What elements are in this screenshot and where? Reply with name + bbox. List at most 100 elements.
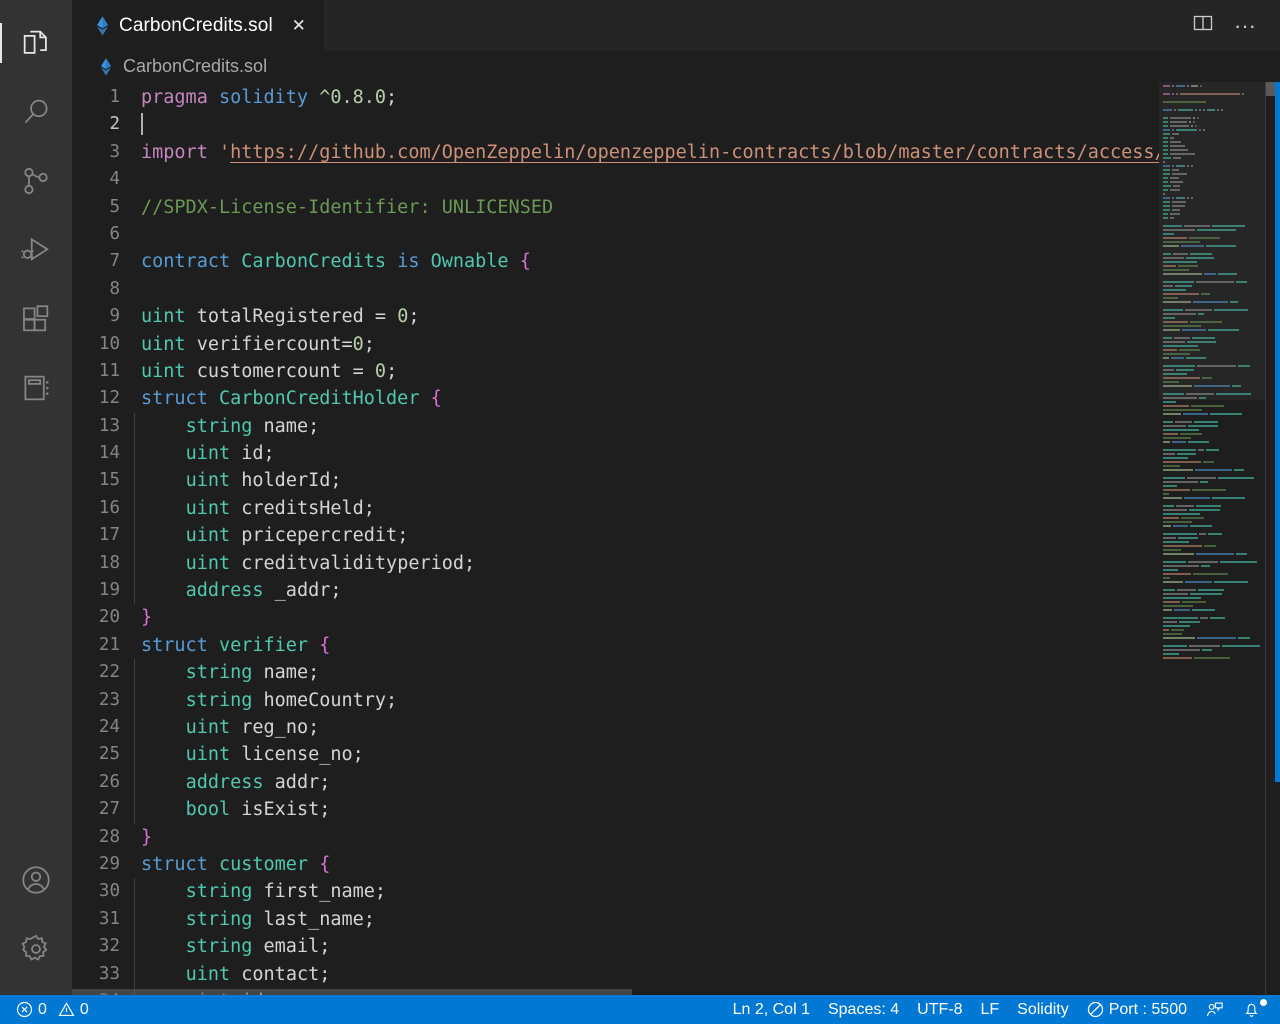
- code-line[interactable]: 5 //SPDX-License-Identifier: UNLICENSED: [72, 194, 1280, 221]
- code-line[interactable]: 20}: [72, 604, 1280, 631]
- indent-guide: [134, 768, 135, 797]
- status-encoding[interactable]: UTF-8: [908, 995, 971, 1024]
- minimap-segment: [1163, 236, 1187, 240]
- code-line[interactable]: 21 struct verifier {: [72, 632, 1280, 659]
- close-icon[interactable]: ✕: [288, 15, 310, 37]
- minimap-segment: [1199, 532, 1206, 536]
- minimap-segment: [1163, 432, 1178, 436]
- code-line[interactable]: 30 string first_name;: [72, 878, 1280, 906]
- minimap-segment: [1163, 568, 1178, 572]
- minimap-segment: [1214, 308, 1248, 312]
- minimap-segment: [1163, 460, 1201, 464]
- minimap-segment: [1163, 344, 1198, 348]
- code-line[interactable]: 2: [72, 111, 1280, 138]
- warning-count: 0: [79, 1000, 89, 1018]
- minimap-segment: [1182, 600, 1206, 604]
- code-token[interactable]: https://github.com/OpenZeppelin/openzepp…: [230, 142, 1280, 163]
- sidebar-item-remote-explorer[interactable]: [0, 353, 72, 422]
- minimap-segment: [1163, 608, 1172, 612]
- minimap-segment: [1163, 540, 1189, 544]
- breadcrumb[interactable]: CarbonCredits.sol: [72, 51, 1280, 82]
- code-line[interactable]: 33 uint contact;: [72, 960, 1280, 988]
- code-line[interactable]: 26 address addr;: [72, 768, 1280, 797]
- minimap[interactable]: [1159, 82, 1266, 995]
- code-line[interactable]: 11 uint customercount = 0;: [72, 358, 1280, 385]
- horizontal-scrollbar[interactable]: [72, 989, 1159, 995]
- code-line[interactable]: 27 bool isExist;: [72, 796, 1280, 824]
- status-feedback[interactable]: [1196, 995, 1233, 1024]
- status-end-of-line[interactable]: LF: [971, 995, 1008, 1024]
- status-indentation[interactable]: Spaces: 4: [819, 995, 908, 1024]
- code-line[interactable]: 1 pragma solidity ^0.8.0;: [72, 84, 1280, 111]
- code-text: bool isExist;: [134, 796, 330, 824]
- code-token: string: [185, 908, 253, 930]
- code-text: [134, 111, 143, 138]
- minimap-segment: [1179, 92, 1240, 96]
- code-line[interactable]: 9 uint totalRegistered = 0;: [72, 303, 1280, 330]
- minimap-segment: [1187, 340, 1216, 344]
- code-line[interactable]: 12 struct CarbonCreditHolder {: [72, 385, 1280, 412]
- code-line[interactable]: 32 string email;: [72, 933, 1280, 961]
- code-line[interactable]: 4: [72, 166, 1280, 193]
- code-token: uint: [185, 716, 231, 738]
- split-editor-right-button[interactable]: [1184, 7, 1222, 45]
- code-line[interactable]: 31 string last_name;: [72, 905, 1280, 934]
- minimap-segment: [1236, 552, 1247, 556]
- more-actions-button[interactable]: ···: [1226, 7, 1264, 45]
- horizontal-scrollbar-thumb[interactable]: [72, 989, 632, 995]
- minimap-segment: [1191, 164, 1194, 168]
- minimap-segment: [1175, 164, 1186, 168]
- code-line[interactable]: 15 uint holderId;: [72, 467, 1280, 495]
- minimap-segment: [1163, 176, 1168, 180]
- code-line[interactable]: 17 uint pricepercredit;: [72, 522, 1280, 550]
- code-line[interactable]: 7 contract CarbonCredits is Ownable {: [72, 248, 1280, 275]
- minimap-segment: [1163, 164, 1170, 168]
- code-line[interactable]: 28}: [72, 824, 1280, 851]
- minimap-segment: [1197, 116, 1200, 120]
- code-line[interactable]: 22 string name;: [72, 659, 1280, 687]
- indent-guide: [134, 713, 135, 742]
- code-token: solidity: [218, 87, 309, 108]
- files-icon: [19, 26, 53, 60]
- code-line[interactable]: 14 uint id;: [72, 440, 1280, 468]
- sidebar-item-extensions[interactable]: [0, 284, 72, 353]
- status-language-mode[interactable]: Solidity: [1008, 995, 1078, 1024]
- minimap-segment: [1163, 604, 1193, 608]
- status-notifications[interactable]: [1233, 995, 1270, 1024]
- code-token: pricepercredit;: [230, 525, 409, 547]
- minimap-segment: [1163, 268, 1189, 272]
- code-line[interactable]: 25 uint license_no;: [72, 741, 1280, 769]
- minimap-segment: [1177, 452, 1196, 456]
- code-line[interactable]: 29 struct customer {: [72, 851, 1280, 878]
- minimap-segment: [1185, 580, 1212, 584]
- tab-carboncredits-sol[interactable]: CarbonCredits.sol ✕: [72, 0, 325, 51]
- status-live-server-port[interactable]: Port : 5500: [1078, 995, 1196, 1024]
- status-cursor-position[interactable]: Ln 2, Col 1: [724, 995, 819, 1024]
- code-line[interactable]: 19 address _addr;: [72, 577, 1280, 605]
- tab-bar: CarbonCredits.sol ✕ ···: [72, 0, 1280, 51]
- minimap-segment: [1163, 216, 1168, 220]
- code-line[interactable]: 13 string name;: [72, 412, 1280, 441]
- code-editor[interactable]: 1 pragma solidity ^0.8.0; 2 3 import 'https:…: [72, 82, 1280, 995]
- code-token: name;: [252, 662, 320, 684]
- sidebar-item-run-and-debug[interactable]: [0, 215, 72, 284]
- code-line[interactable]: 10 uint verifiercount=0;: [72, 331, 1280, 358]
- sidebar-item-explorer[interactable]: [0, 8, 72, 77]
- manage-settings-button[interactable]: [0, 914, 72, 983]
- code-line[interactable]: 18 uint creditvalidityperiod;: [72, 549, 1280, 578]
- code-line[interactable]: 6: [72, 221, 1280, 248]
- code-line[interactable]: 16 uint creditsHeld;: [72, 494, 1280, 523]
- sidebar-item-search[interactable]: [0, 77, 72, 146]
- status-problems[interactable]: 0 0: [0, 995, 98, 1024]
- minimap-segment: [1163, 244, 1179, 248]
- minimap-segment: [1174, 108, 1177, 112]
- code-line[interactable]: 8: [72, 276, 1280, 303]
- code-line[interactable]: 24 uint reg_no;: [72, 713, 1280, 742]
- minimap-segment: [1181, 244, 1204, 248]
- code-line[interactable]: 3 import 'https://github.com/OpenZeppelin…: [72, 139, 1280, 166]
- sidebar-item-source-control[interactable]: [0, 146, 72, 215]
- accounts-button[interactable]: [0, 845, 72, 914]
- vertical-scrollbar[interactable]: [1266, 82, 1280, 995]
- code-line[interactable]: 23 string homeCountry;: [72, 686, 1280, 714]
